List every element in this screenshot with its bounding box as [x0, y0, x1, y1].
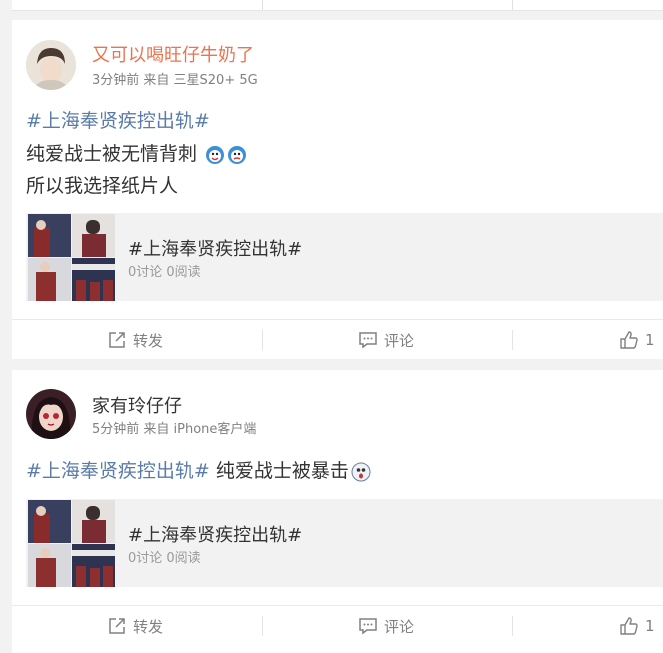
- like-icon: [620, 617, 638, 635]
- repost-icon: [109, 618, 125, 634]
- post-action-bar: 转发 评论 1: [12, 605, 663, 646]
- topic-card[interactable]: #上海奉贤疾控出轨# 0讨论 0阅读: [26, 213, 663, 301]
- comment-icon: [359, 332, 377, 349]
- repost-icon: [109, 332, 125, 348]
- comment-label: 评论: [384, 617, 415, 636]
- repost-button[interactable]: 转发: [107, 320, 163, 360]
- feed-post: 又可以喝旺仔牛奶了 3分钟前 来自 三星S20+ 5G #上海奉贤疾控出轨# 纯…: [12, 20, 663, 359]
- post-text-line: 纯爱战士被无情背刺: [26, 143, 198, 165]
- comment-icon: [359, 618, 377, 635]
- comment-button[interactable]: 评论: [358, 320, 414, 360]
- emoji-icon: [351, 462, 371, 482]
- author-name[interactable]: 家有玲仔仔: [92, 392, 182, 418]
- comment-label: 评论: [384, 331, 415, 350]
- post-meta: 3分钟前 来自 三星S20+ 5G: [92, 73, 258, 88]
- post-text-line: 纯爱战士被暴击: [215, 460, 349, 482]
- like-button[interactable]: 1: [619, 320, 655, 360]
- repost-button[interactable]: 转发: [107, 606, 163, 646]
- post-text: #上海奉贤疾控出轨# 纯爱战士被暴击: [26, 456, 371, 483]
- avatar[interactable]: [26, 40, 76, 90]
- feed-post: 家有玲仔仔 5分钟前 来自 iPhone客户端 #上海奉贤疾控出轨# 纯爱战士被…: [12, 370, 663, 653]
- like-count: 1: [645, 331, 655, 349]
- topic-link[interactable]: #上海奉贤疾控出轨#: [26, 110, 210, 132]
- post-action-bar: 转发 评论 1: [12, 319, 663, 360]
- previous-post-action-bar: [12, 0, 663, 11]
- topic-card-image: [28, 500, 116, 587]
- like-button[interactable]: 1: [619, 606, 655, 646]
- comment-button[interactable]: 评论: [358, 606, 414, 646]
- repost-label: 转发: [133, 617, 164, 636]
- topic-link[interactable]: #上海奉贤疾控出轨#: [26, 460, 210, 482]
- repost-label: 转发: [133, 331, 164, 350]
- post-meta: 5分钟前 来自 iPhone客户端: [92, 422, 257, 437]
- like-count: 1: [645, 617, 655, 635]
- topic-card-title: #上海奉贤疾控出轨#: [128, 525, 303, 546]
- post-text: 所以我选择纸片人: [26, 171, 178, 198]
- topic-card-stats: 0讨论 0阅读: [128, 551, 201, 566]
- avatar[interactable]: [26, 389, 76, 439]
- topic-card-title: #上海奉贤疾控出轨#: [128, 239, 303, 260]
- post-text-line: 所以我选择纸片人: [26, 175, 179, 197]
- post-text: 纯爱战士被无情背刺: [26, 139, 247, 166]
- emoji-icon: [227, 145, 247, 165]
- post-text: #上海奉贤疾控出轨#: [26, 106, 210, 133]
- like-icon: [620, 331, 638, 349]
- topic-card[interactable]: #上海奉贤疾控出轨# 0讨论 0阅读: [26, 499, 663, 587]
- topic-card-image: [28, 214, 116, 301]
- emoji-icon: [205, 145, 225, 165]
- author-name[interactable]: 又可以喝旺仔牛奶了: [92, 41, 254, 67]
- topic-card-stats: 0讨论 0阅读: [128, 265, 201, 280]
